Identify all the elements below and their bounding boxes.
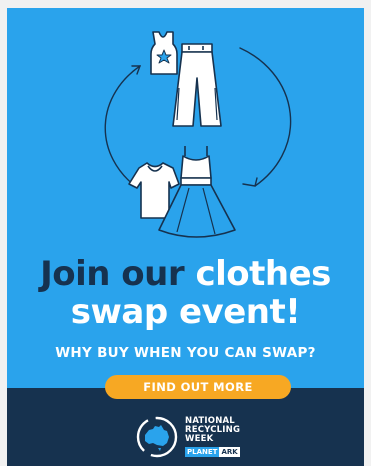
planet-ark-badge: PLANET ARK (185, 447, 240, 457)
subheadline: WHY BUY WHEN YOU CAN SWAP? (55, 345, 316, 361)
promo-card: Join our clothes swap event! WHY BUY WHE… (7, 8, 364, 466)
headline-part-2: clothes (195, 254, 331, 294)
trousers-icon (172, 43, 222, 127)
national-recycling-week-logo[interactable]: NATIONAL RECYCLING WEEK PLANET ARK (133, 413, 263, 461)
dress-icon (158, 146, 236, 238)
headline-part-1: Join our (40, 254, 196, 294)
clothes-swap-illustration (104, 31, 292, 238)
australia-map-icon (136, 416, 178, 458)
page: Join our clothes swap event! WHY BUY WHE… (0, 0, 371, 466)
tank-top-icon (150, 31, 178, 75)
headline: Join our clothes swap event! (7, 255, 364, 331)
headline-part-3: swap event! (70, 292, 301, 332)
logo-line-3: WEEK (185, 434, 214, 444)
badge-planet: PLANET (185, 447, 220, 457)
badge-ark: ARK (219, 447, 240, 457)
find-out-more-button[interactable]: FIND OUT MORE (105, 375, 291, 399)
logo-text: NATIONAL RECYCLING WEEK (185, 417, 240, 444)
